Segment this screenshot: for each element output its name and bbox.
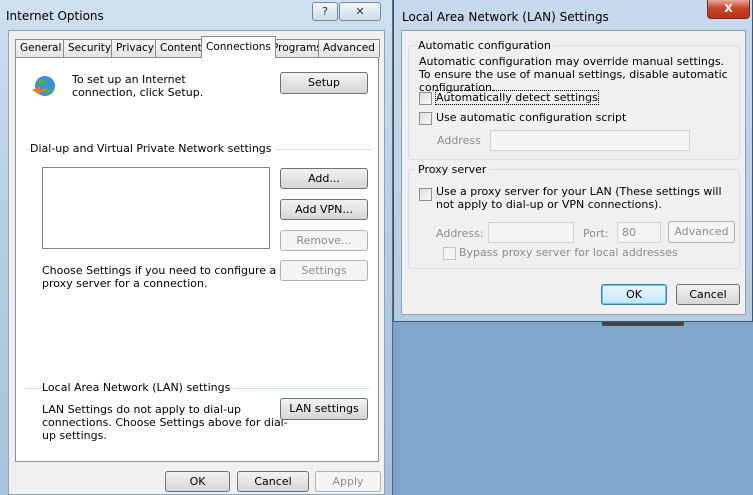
add-vpn-button[interactable]: Add VPN... (280, 199, 368, 220)
lan-hint: LAN Settings do not apply to dial-up con… (42, 403, 288, 442)
auto-detect-checkbox[interactable] (419, 92, 432, 105)
lan-client-area: Automatic configuration Automatic config… (401, 30, 746, 315)
remove-button[interactable]: Remove... (280, 230, 368, 251)
tab-label: Privacy (116, 42, 155, 54)
io-titlebar[interactable]: Internet Options ? ✕ (0, 0, 393, 30)
lan-section-label: Local Area Network (LAN) settings (42, 381, 235, 394)
tab-advanced[interactable]: Advanced (318, 39, 380, 57)
help-icon: ? (322, 5, 328, 18)
lan-ok-button[interactable]: OK (601, 284, 667, 305)
setup-description: To set up an Internet connection, click … (72, 73, 204, 99)
globe-connection-icon (30, 74, 56, 100)
io-cancel-button[interactable]: Cancel (237, 471, 309, 492)
tab-security[interactable]: Security (63, 39, 117, 57)
script-address-input[interactable] (490, 130, 690, 151)
tab-general[interactable]: General (15, 39, 67, 57)
io-close-button[interactable]: ✕ (339, 2, 381, 21)
auto-detect-label[interactable]: Automatically detect settings (435, 90, 599, 105)
bypass-local-checkbox[interactable] (443, 247, 456, 260)
script-address-label: Address (437, 134, 481, 147)
settings-button[interactable]: Settings (280, 260, 368, 281)
internet-options-window: Internet Options ? ✕ General Security Pr… (0, 0, 393, 495)
tab-label: Security (68, 42, 112, 54)
tab-label: Connections (206, 41, 271, 53)
tab-connections[interactable]: Connections (201, 36, 276, 58)
background-window-edge (602, 322, 684, 326)
proxy-address-input[interactable] (488, 222, 574, 243)
vpn-section-label: Dial-up and Virtual Private Network sett… (30, 142, 276, 155)
connections-tab-panel: To set up an Internet connection, click … (15, 57, 379, 462)
advanced-button[interactable]: Advanced (668, 221, 735, 243)
tab-content[interactable]: Content (155, 39, 207, 57)
io-ok-button[interactable]: OK (165, 471, 230, 492)
tab-label: Programs (272, 42, 322, 54)
close-icon: ✕ (355, 5, 365, 18)
connections-list[interactable] (42, 167, 270, 249)
proxy-settings-hint: Choose Settings if you need to configure… (42, 264, 277, 290)
add-button[interactable]: Add... (280, 168, 368, 189)
bypass-local-label[interactable]: Bypass proxy server for local addresses (459, 246, 678, 259)
lan-cancel-button[interactable]: Cancel (676, 284, 740, 305)
tab-label: General (20, 42, 62, 54)
use-script-label[interactable]: Use automatic configuration script (436, 111, 626, 124)
setup-button[interactable]: Setup (280, 72, 368, 94)
port-label: Port: (583, 227, 609, 240)
tab-label: Advanced (323, 42, 375, 54)
use-proxy-checkbox[interactable] (419, 188, 432, 201)
help-button[interactable]: ? (312, 2, 338, 21)
lan-settings-button[interactable]: LAN settings (280, 398, 368, 420)
io-window-title: Internet Options (6, 9, 104, 23)
port-input[interactable]: 80 (617, 222, 661, 243)
use-script-checkbox[interactable] (419, 112, 432, 125)
lan-close-button[interactable]: X (707, 0, 750, 19)
automatic-configuration-description: Automatic configuration may override man… (419, 55, 728, 94)
use-proxy-label[interactable]: Use a proxy server for your LAN (These s… (436, 185, 738, 211)
tab-label: Content (160, 42, 202, 54)
lan-dialog-title: Local Area Network (LAN) Settings (402, 10, 609, 24)
io-client-area: General Security Privacy Content Connect… (8, 30, 385, 495)
apply-button[interactable]: Apply (315, 471, 381, 492)
close-icon: X (724, 2, 733, 15)
lan-settings-dialog: Local Area Network (LAN) Settings X Auto… (393, 0, 753, 322)
tab-privacy[interactable]: Privacy (111, 39, 160, 57)
proxy-address-label: Address: (436, 227, 484, 240)
proxy-server-label: Proxy server (415, 163, 490, 176)
automatic-configuration-label: Automatic configuration (415, 39, 554, 52)
